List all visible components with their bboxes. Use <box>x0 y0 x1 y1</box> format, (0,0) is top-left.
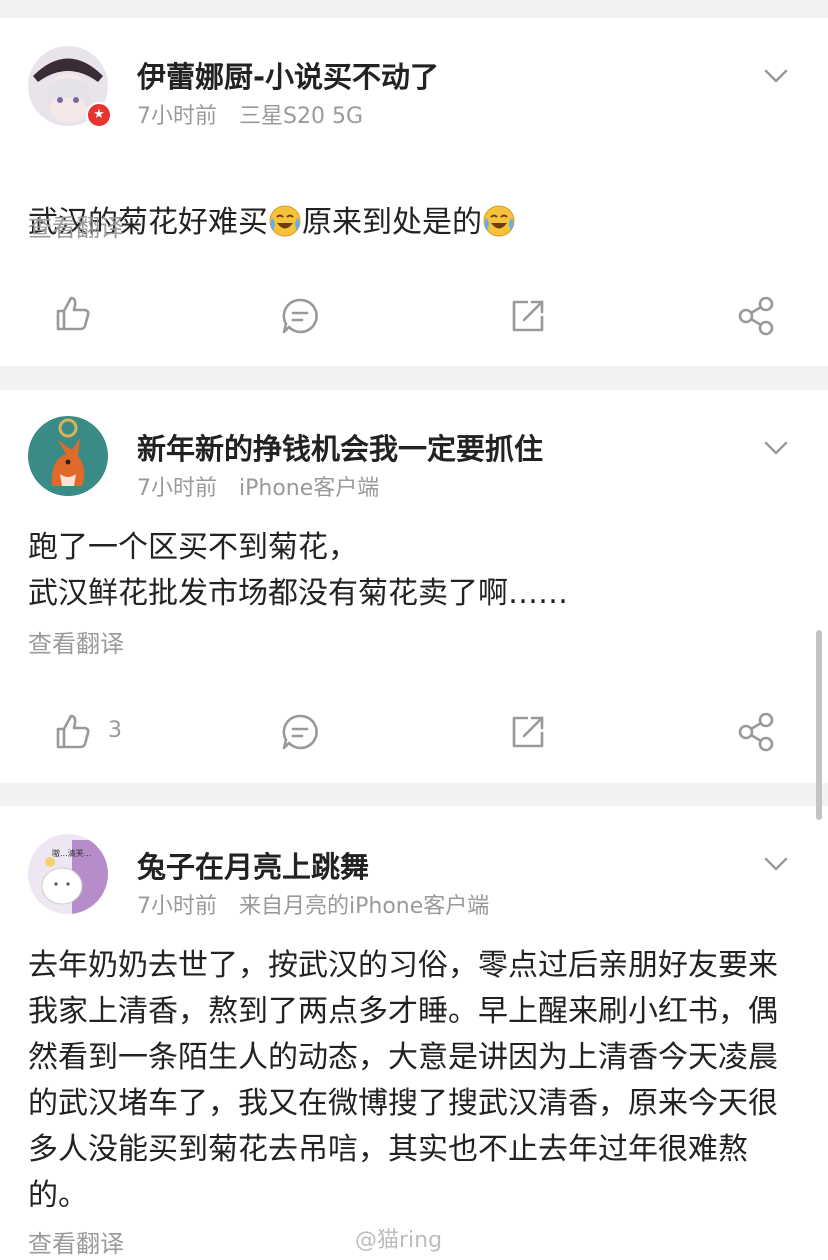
like-count: 3 <box>108 718 122 743</box>
comment-icon[interactable] <box>280 296 320 336</box>
post-meta: 7小时前 三星S20 5G <box>137 98 363 130</box>
chevron-down-icon[interactable] <box>762 66 790 86</box>
chevron-down-icon[interactable] <box>762 854 790 874</box>
watermark: @猫ring <box>355 1228 443 1253</box>
view-translation-link[interactable]: 查看翻译 <box>28 208 124 243</box>
like-icon[interactable] <box>52 712 92 752</box>
view-translation-link[interactable]: 查看翻译 <box>28 1224 124 1259</box>
chevron-down-icon[interactable] <box>762 438 790 458</box>
post-text: 去年奶奶去世了，按武汉的习俗，零点过后亲朋好友要来我家上清香，熬到了两点多才睡。… <box>28 948 778 1213</box>
post-source: 三星S20 5G <box>239 104 363 129</box>
username[interactable]: 兔子在月亮上跳舞 <box>137 844 369 886</box>
avatar[interactable] <box>28 416 108 496</box>
post-card: 新年新的挣钱机会我一定要抓住 7小时前 iPhone客户端 跑了一个区买不到菊花，… <box>0 390 828 783</box>
post-card: 嗷...清芙... 兔子在月亮上跳舞 7小时前 来自月亮的iPhone客户端 去年… <box>0 806 828 1260</box>
repost-icon[interactable] <box>508 296 548 336</box>
post-card: ★ 伊蕾娜厨-小说买不动了 7小时前 三星S20 5G 武汉的菊花好难买 原来到处是… <box>0 18 828 366</box>
post-time: 7小时前 <box>137 894 217 919</box>
crying-laugh-emoji-icon <box>483 205 515 237</box>
post-text-part: 原来到处是的 <box>302 205 482 240</box>
post-text: 武汉的菊花好难买 原来到处是的 <box>28 154 788 246</box>
avatar-caption: 嗷...清芙... <box>52 849 92 858</box>
share-icon[interactable] <box>736 712 776 752</box>
like-icon[interactable] <box>52 294 92 334</box>
post-meta: 7小时前 iPhone客户端 <box>137 470 379 502</box>
verified-badge-icon: ★ <box>86 102 112 128</box>
view-translation-link[interactable]: 查看翻译 <box>28 624 124 659</box>
post-time: 7小时前 <box>137 476 217 501</box>
post-text: 跑了一个区买不到菊花， 武汉鲜花批发市场都没有菊花卖了啊…… <box>28 530 568 611</box>
comment-icon[interactable] <box>280 712 320 752</box>
repost-icon[interactable] <box>508 712 548 752</box>
post-source: iPhone客户端 <box>239 476 380 501</box>
avatar[interactable]: 嗷...清芙... <box>28 834 108 914</box>
share-icon[interactable] <box>736 296 776 336</box>
post-source: 来自月亮的iPhone客户端 <box>239 894 490 919</box>
post-meta: 7小时前 来自月亮的iPhone客户端 <box>137 888 489 920</box>
scrollbar[interactable] <box>816 630 822 820</box>
username[interactable]: 新年新的挣钱机会我一定要抓住 <box>137 426 543 468</box>
post-time: 7小时前 <box>137 104 217 129</box>
crying-laugh-emoji-icon <box>269 205 301 237</box>
username[interactable]: 伊蕾娜厨-小说买不动了 <box>137 54 439 96</box>
